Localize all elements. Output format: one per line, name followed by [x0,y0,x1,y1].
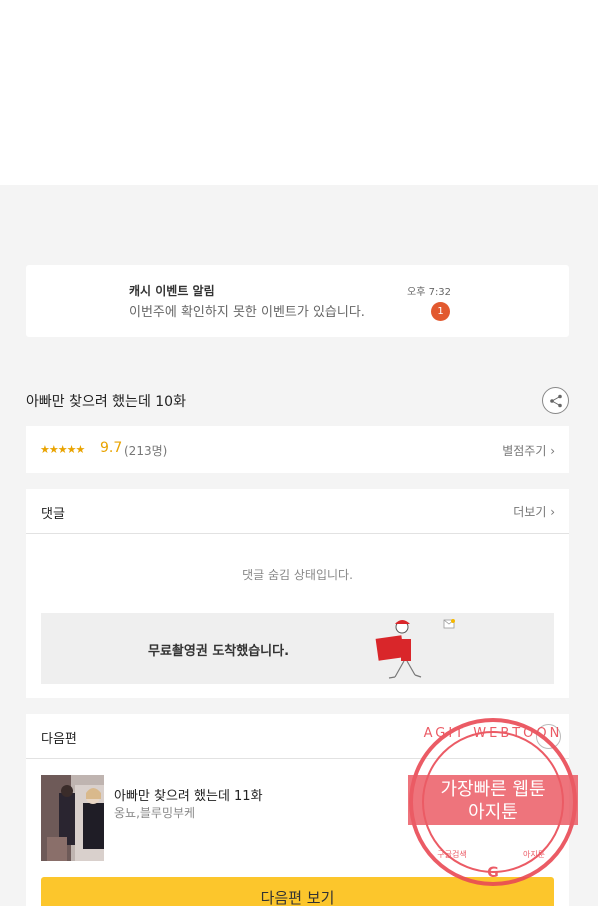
next-episode-title[interactable]: 아빠만 찾으려 했는데 11화 [114,785,263,804]
comment-section: 댓글 더보기 › 댓글 숨김 상태입니다. 무료촬영권 도착했습니다. [26,489,569,698]
svg-text:AGIT WEBTOON: AGIT WEBTOON [424,726,563,741]
rating-score: 9.7 [100,440,123,456]
svg-text:아지툰: 아지툰 [468,802,518,823]
svg-text:아지툰: 아지툰 [523,849,545,859]
notification-title: 캐시 이벤트 알림 [129,284,215,298]
ad-blank-area [0,0,598,185]
svg-text:구글검색: 구글검색 [437,849,466,859]
svg-text:G: G [487,865,499,881]
next-section-title: 다음편 [41,732,77,747]
share-icon [549,394,562,407]
svg-text:가장빠른 웹툰: 가장빠른 웹툰 [440,779,545,800]
agit-webtoon-watermark-stamp: AGIT WEBTOON 가장빠른 웹툰 아지툰 구글검색 아지툰 G [408,718,578,886]
notification-count-badge: 1 [431,302,450,321]
promo-text: 무료촬영권 도착했습니다. [148,644,290,659]
comments-hidden-message: 댓글 숨김 상태입니다. [242,568,353,582]
next-episode-author: 옹뇨,블루밍부케 [114,806,196,820]
rating-count: (213명) [124,444,168,458]
comment-header: 댓글 더보기 › [26,489,569,534]
cash-event-notification[interactable]: 캐시 이벤트 알림 이번주에 확인하지 못한 이벤트가 있습니다. 오후 7:3… [26,265,569,337]
free-photo-promo-banner[interactable]: 무료촬영권 도착했습니다. [41,613,554,684]
notification-time: 오후 7:32 [407,287,452,298]
comments-more-link[interactable]: 더보기 › [513,503,555,520]
star-rating-icon: ★★★★★ [40,443,85,456]
comment-section-title: 댓글 [41,507,65,522]
share-button[interactable] [542,387,569,414]
rate-button[interactable]: 별점주기 › [502,442,555,459]
notification-message: 이번주에 확인하지 못한 이벤트가 있습니다. [129,305,365,320]
rating-bar: ★★★★★ 9.7 (213명) 별점주기 › [26,426,569,473]
episode-title: 아빠만 찾으려 했는데 10화 [26,394,186,410]
next-episode-thumbnail[interactable] [41,775,104,861]
delivery-character-icon [375,619,455,679]
